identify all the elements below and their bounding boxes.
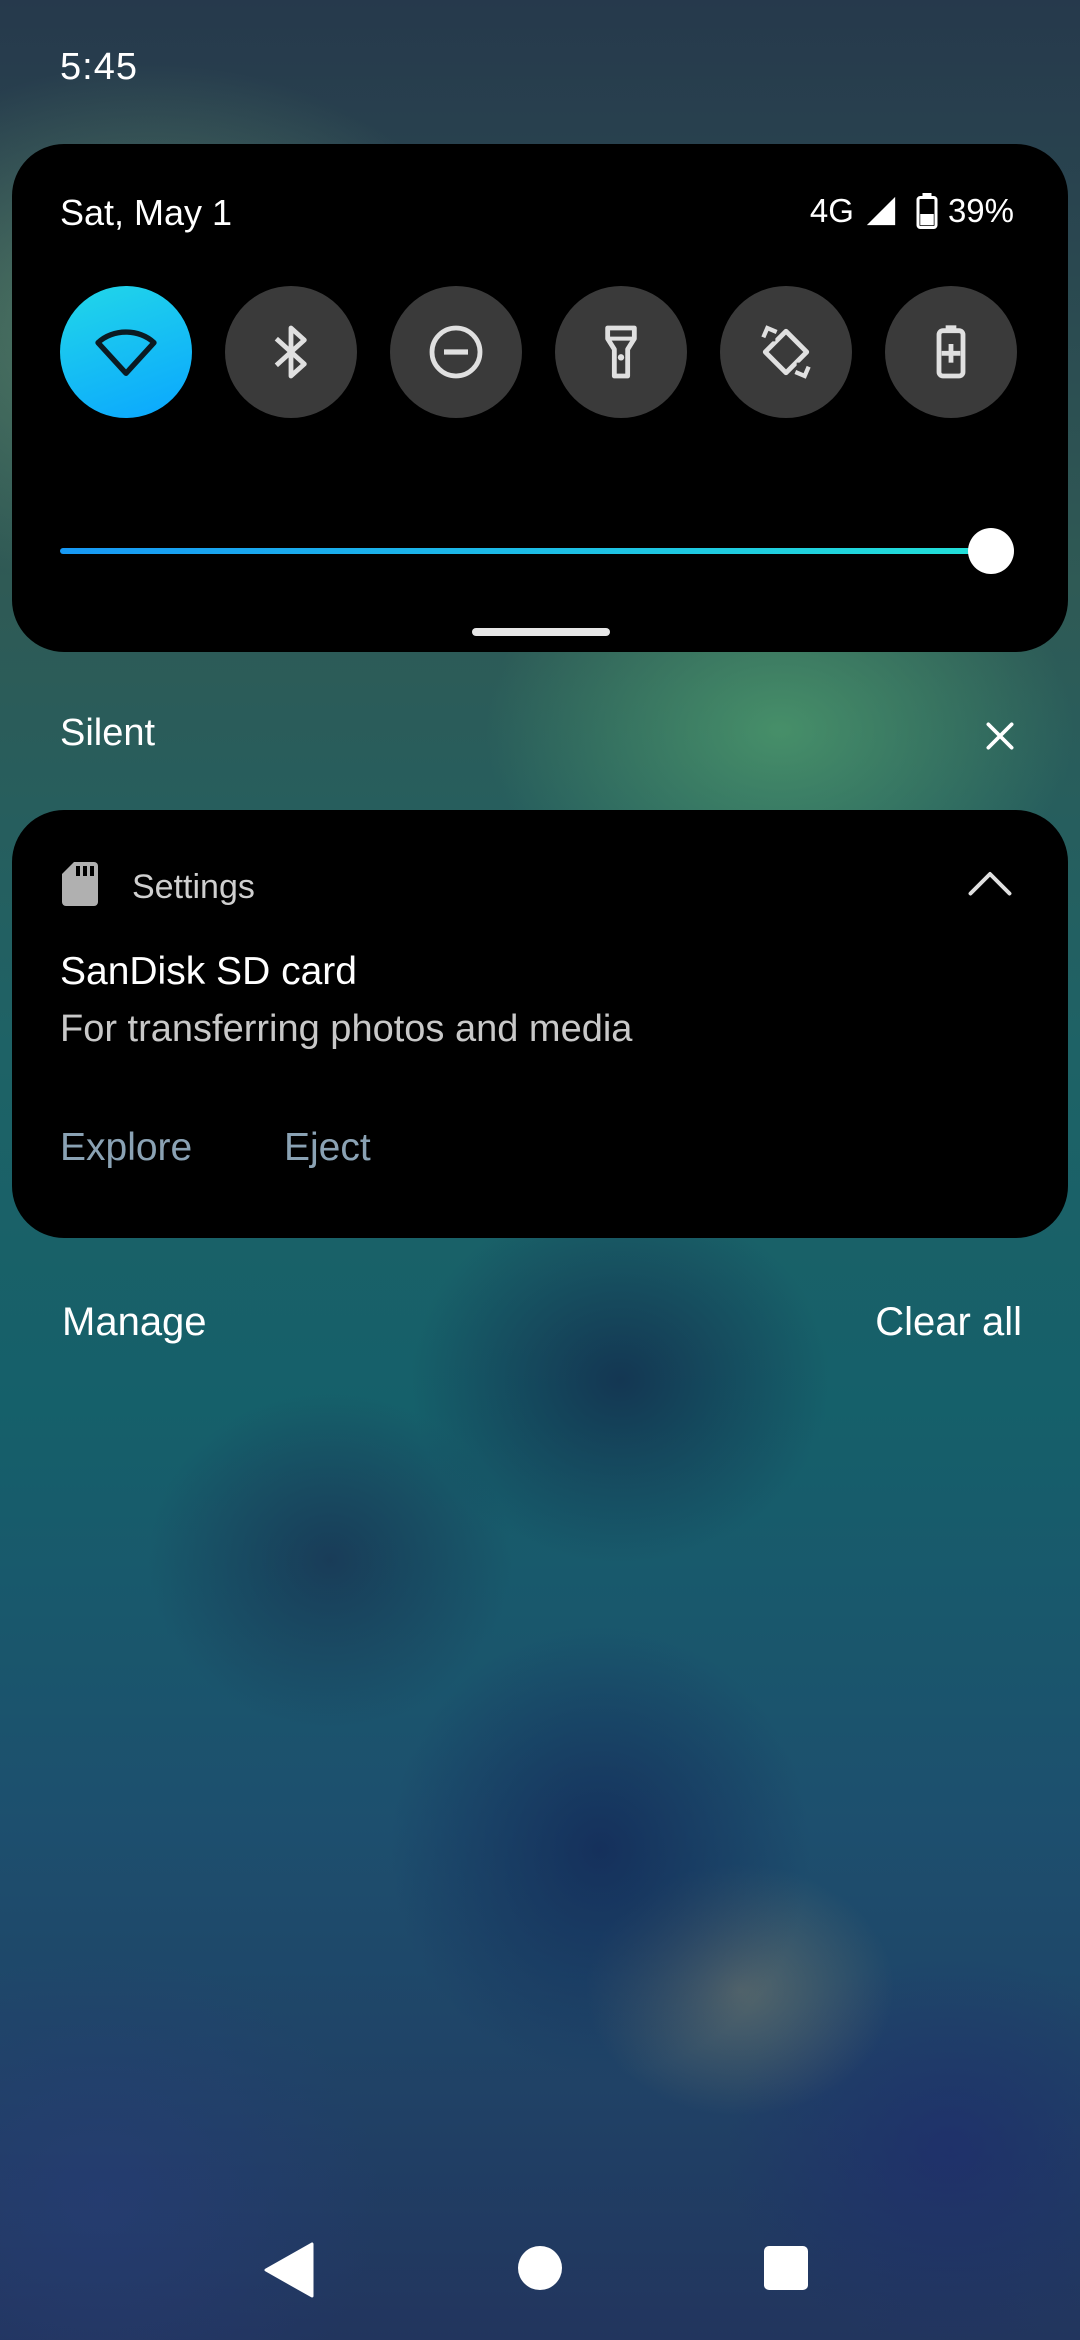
tile-bluetooth[interactable]	[225, 286, 357, 418]
home-icon[interactable]	[518, 2246, 562, 2290]
bluetooth-icon	[274, 325, 307, 379]
wifi-icon	[95, 329, 157, 376]
auto-rotate-icon	[756, 322, 816, 382]
eject-button[interactable]: Eject	[284, 1126, 371, 1170]
quick-tiles	[60, 286, 1017, 418]
qs-status-icons: 4G 39%	[810, 192, 1014, 230]
sd-card-icon	[62, 862, 98, 906]
brightness-track[interactable]	[60, 548, 991, 554]
network-type: 4G	[809, 192, 854, 229]
battery-saver-icon	[936, 325, 966, 379]
navigation-bar	[0, 2220, 1080, 2320]
clear-all-button[interactable]: Clear all	[875, 1300, 1022, 1345]
battery-percent: 39%	[947, 192, 1014, 229]
quick-settings-panel: Sat, May 1 4G 39%	[12, 144, 1068, 652]
notification-app-name: Settings	[132, 868, 255, 906]
notification-title: SanDisk SD card	[60, 950, 357, 993]
flashlight-icon	[605, 325, 637, 379]
manage-button[interactable]: Manage	[62, 1300, 207, 1345]
close-icon[interactable]	[980, 716, 1020, 756]
notification-footer: Manage Clear all	[62, 1300, 1022, 1356]
explore-button[interactable]: Explore	[60, 1126, 192, 1170]
brightness-slider[interactable]	[60, 528, 1020, 574]
notification-text: For transferring photos and media	[60, 1008, 633, 1050]
battery-icon	[916, 193, 938, 229]
section-title: Silent	[60, 712, 156, 754]
notification-card[interactable]: Settings SanDisk SD card For transferrin…	[12, 810, 1068, 1238]
tile-flashlight[interactable]	[555, 286, 687, 418]
qs-date: Sat, May 1	[60, 192, 233, 233]
tile-do-not-disturb[interactable]	[390, 286, 522, 418]
tile-auto-rotate[interactable]	[720, 286, 852, 418]
panel-drag-handle[interactable]	[472, 628, 610, 636]
tile-battery-saver[interactable]	[885, 286, 1017, 418]
signal-icon	[866, 196, 896, 226]
chevron-up-icon[interactable]	[966, 868, 1014, 898]
recents-icon[interactable]	[764, 2246, 808, 2290]
status-time: 5:45	[60, 46, 138, 88]
brightness-thumb[interactable]	[968, 528, 1014, 574]
tile-wifi[interactable]	[60, 286, 192, 418]
notification-section-header: Silent	[60, 712, 1020, 760]
back-icon[interactable]	[264, 2242, 314, 2298]
do-not-disturb-icon	[429, 325, 483, 379]
